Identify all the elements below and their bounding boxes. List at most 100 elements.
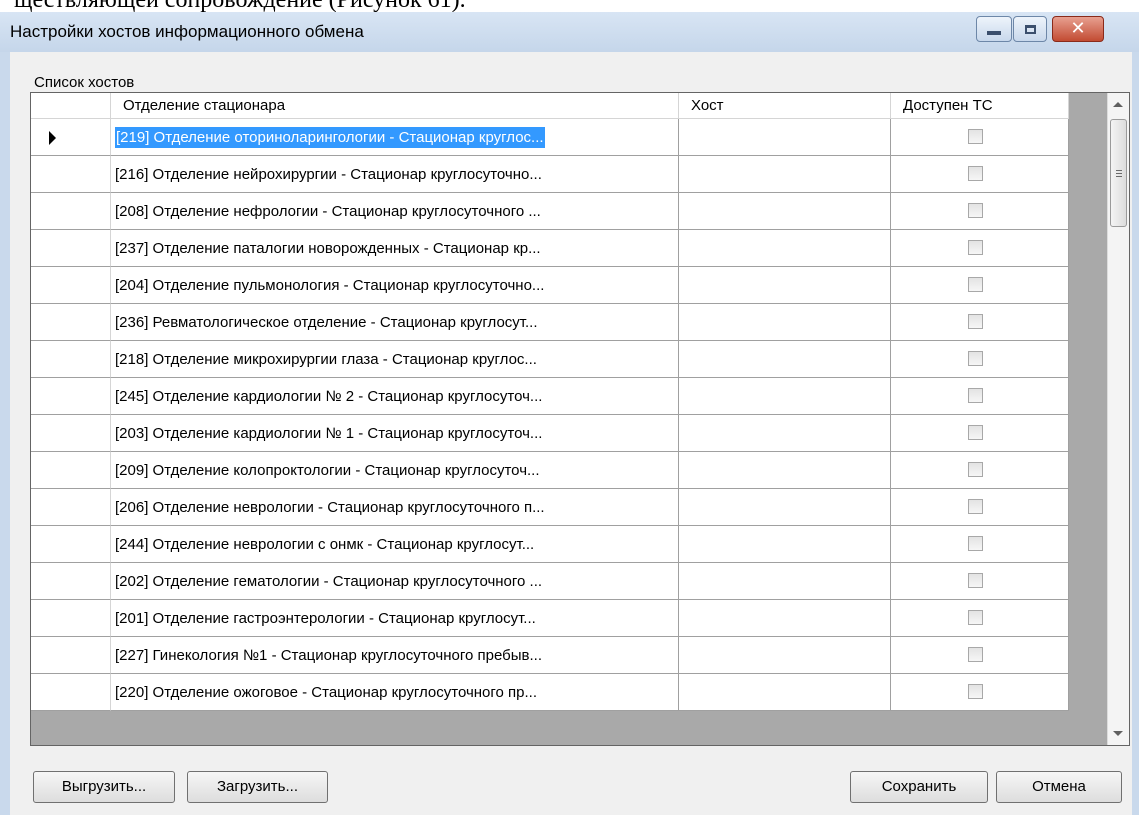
available-cell[interactable] [891, 600, 1069, 637]
row-header-cell[interactable] [31, 674, 111, 711]
department-name: [203] Отделение кардиологии № 1 - Стацио… [115, 425, 543, 442]
available-cell[interactable] [891, 378, 1069, 415]
save-button[interactable]: Сохранить [850, 771, 988, 803]
available-checkbox[interactable] [968, 462, 983, 477]
available-cell[interactable] [891, 489, 1069, 526]
available-cell[interactable] [891, 415, 1069, 452]
available-cell[interactable] [891, 637, 1069, 674]
vertical-scrollbar[interactable] [1107, 93, 1129, 745]
hosts-grid[interactable]: Отделение стационара Хост Доступен ТС [2… [30, 92, 1130, 746]
cancel-button[interactable]: Отмена [996, 771, 1122, 803]
available-cell[interactable] [891, 267, 1069, 304]
row-header-cell[interactable] [31, 156, 111, 193]
available-checkbox[interactable] [968, 351, 983, 366]
host-cell[interactable] [679, 341, 891, 378]
available-cell[interactable] [891, 230, 1069, 267]
column-header-department[interactable]: Отделение стационара [111, 93, 679, 119]
row-header-cell[interactable] [31, 600, 111, 637]
available-checkbox[interactable] [968, 203, 983, 218]
available-cell[interactable] [891, 452, 1069, 489]
row-header-cell[interactable] [31, 526, 111, 563]
row-header-cell[interactable] [31, 563, 111, 600]
title-bar[interactable]: Настройки хостов информационного обмена … [0, 12, 1139, 52]
available-checkbox[interactable] [968, 388, 983, 403]
department-cell[interactable]: [206] Отделение неврологии - Стационар к… [111, 489, 679, 526]
host-cell[interactable] [679, 563, 891, 600]
host-cell[interactable] [679, 452, 891, 489]
department-name: [206] Отделение неврологии - Стационар к… [115, 499, 545, 516]
column-header-host[interactable]: Хост [679, 93, 891, 119]
row-header-cell[interactable] [31, 637, 111, 674]
department-cell[interactable]: [208] Отделение нефрологии - Стационар к… [111, 193, 679, 230]
close-button[interactable]: ✕ [1052, 16, 1104, 42]
host-cell[interactable] [679, 267, 891, 304]
available-cell[interactable] [891, 563, 1069, 600]
minimize-button[interactable] [976, 16, 1012, 42]
available-checkbox[interactable] [968, 610, 983, 625]
available-checkbox[interactable] [968, 166, 983, 181]
host-cell[interactable] [679, 415, 891, 452]
available-cell[interactable] [891, 193, 1069, 230]
available-cell[interactable] [891, 526, 1069, 563]
available-checkbox[interactable] [968, 314, 983, 329]
available-checkbox[interactable] [968, 573, 983, 588]
row-header-cell[interactable] [31, 193, 111, 230]
available-checkbox[interactable] [968, 536, 983, 551]
available-cell[interactable] [891, 156, 1069, 193]
host-cell[interactable] [679, 378, 891, 415]
department-cell[interactable]: [203] Отделение кардиологии № 1 - Стацио… [111, 415, 679, 452]
row-header-cell[interactable] [31, 119, 111, 156]
department-cell[interactable]: [204] Отделение пульмонология - Стациона… [111, 267, 679, 304]
scroll-down-arrow-icon[interactable] [1113, 731, 1123, 736]
available-checkbox[interactable] [968, 129, 983, 144]
export-button[interactable]: Выгрузить... [33, 771, 175, 803]
host-cell[interactable] [679, 600, 891, 637]
host-cell[interactable] [679, 489, 891, 526]
maximize-button[interactable] [1013, 16, 1047, 42]
host-cell[interactable] [679, 674, 891, 711]
available-cell[interactable] [891, 119, 1069, 156]
department-cell[interactable]: [220] Отделение ожоговое - Стационар кру… [111, 674, 679, 711]
available-cell[interactable] [891, 304, 1069, 341]
department-cell[interactable]: [202] Отделение гематологии - Стационар … [111, 563, 679, 600]
host-cell[interactable] [679, 637, 891, 674]
host-cell[interactable] [679, 526, 891, 563]
department-cell[interactable]: [209] Отделение колопроктологии - Стацио… [111, 452, 679, 489]
available-cell[interactable] [891, 674, 1069, 711]
row-header-cell[interactable] [31, 452, 111, 489]
row-header-cell[interactable] [31, 415, 111, 452]
row-header-cell[interactable] [31, 267, 111, 304]
row-header-cell[interactable] [31, 341, 111, 378]
host-cell[interactable] [679, 156, 891, 193]
available-checkbox[interactable] [968, 277, 983, 292]
available-checkbox[interactable] [968, 499, 983, 514]
scroll-thumb[interactable] [1110, 119, 1127, 227]
scroll-up-arrow-icon[interactable] [1113, 102, 1123, 107]
available-checkbox[interactable] [968, 647, 983, 662]
host-cell[interactable] [679, 119, 891, 156]
department-cell[interactable]: [245] Отделение кардиологии № 2 - Стацио… [111, 378, 679, 415]
department-cell[interactable]: [237] Отделение паталогии новорожденных … [111, 230, 679, 267]
row-header-cell[interactable] [31, 489, 111, 526]
available-checkbox[interactable] [968, 684, 983, 699]
department-cell[interactable]: [218] Отделение микрохирургии глаза - Ст… [111, 341, 679, 378]
row-header-cell[interactable] [31, 378, 111, 415]
row-header-cell[interactable] [31, 230, 111, 267]
available-checkbox[interactable] [968, 240, 983, 255]
department-cell[interactable]: [216] Отделение нейрохирургии - Стациона… [111, 156, 679, 193]
department-cell[interactable]: [201] Отделение гастроэнтерологии - Стац… [111, 600, 679, 637]
import-button[interactable]: Загрузить... [187, 771, 328, 803]
department-cell[interactable]: [227] Гинекология №1 - Стационар круглос… [111, 637, 679, 674]
department-cell[interactable]: [219] Отделение оториноларингологии - Ст… [111, 119, 679, 156]
department-cell[interactable]: [236] Ревматологическое отделение - Стац… [111, 304, 679, 341]
window-client-area: Список хостов Отделение стационара Хост … [10, 52, 1132, 815]
available-checkbox[interactable] [968, 425, 983, 440]
column-header-available[interactable]: Доступен ТС [891, 93, 1069, 119]
host-cell[interactable] [679, 230, 891, 267]
host-cell[interactable] [679, 193, 891, 230]
row-header-cell[interactable] [31, 304, 111, 341]
available-cell[interactable] [891, 341, 1069, 378]
department-cell[interactable]: [244] Отделение неврологии с онмк - Стац… [111, 526, 679, 563]
host-cell[interactable] [679, 304, 891, 341]
department-name: [244] Отделение неврологии с онмк - Стац… [115, 536, 535, 553]
